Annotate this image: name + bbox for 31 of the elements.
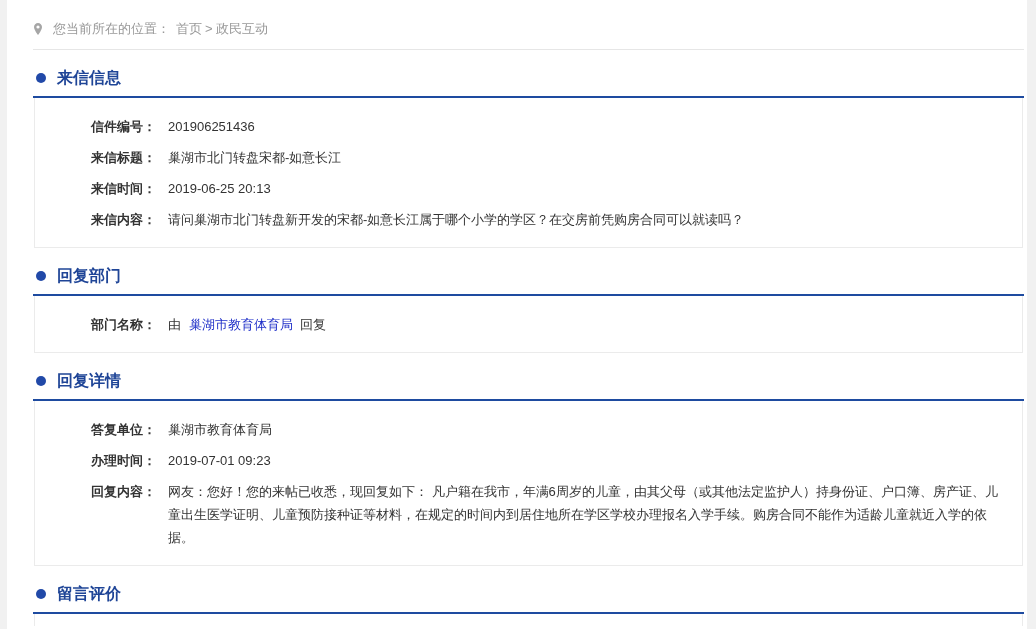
section-title: 回复部门 xyxy=(57,266,121,286)
breadcrumb-label: 您当前所在的位置： xyxy=(53,20,170,38)
field-value: 2019-07-01 09:23 xyxy=(168,452,272,470)
field-value: 201906251436 xyxy=(168,118,256,136)
section-dot-icon xyxy=(36,589,46,599)
department-link[interactable]: 巢湖市教育体育局 xyxy=(188,317,293,332)
breadcrumb-separator: > xyxy=(205,20,213,38)
field-label: 回复内容： xyxy=(91,483,157,501)
field-value: 巢湖市北门转盘宋都-如意长江 xyxy=(168,149,343,167)
field-label: 部门名称： xyxy=(91,316,157,334)
section-title: 来信信息 xyxy=(57,68,121,88)
field-label: 来信时间： xyxy=(91,180,157,198)
section-title: 留言评价 xyxy=(57,584,121,604)
field-text: 回复 xyxy=(300,317,327,332)
field-label: 办理时间： xyxy=(91,452,157,470)
section-title: 回复详情 xyxy=(57,371,121,391)
field-value: 请问巢湖市北门转盘新开发的宋都-如意长江属于哪个小学的学区？在交房前凭购房合同可以就读吗？ xyxy=(168,211,746,229)
section-dot-icon xyxy=(36,271,46,281)
section-dot-icon xyxy=(36,376,46,386)
field-label: 答复单位： xyxy=(91,421,157,439)
field-text: 由 xyxy=(168,317,181,332)
section-dot-icon xyxy=(36,73,46,83)
field-label: 信件编号： xyxy=(91,118,157,136)
field-value: 2019-06-25 20:13 xyxy=(168,180,272,198)
breadcrumb-link[interactable]: 首页 xyxy=(176,19,202,39)
breadcrumb-link[interactable]: 政民互动 xyxy=(215,19,268,39)
location-pin-icon xyxy=(34,23,42,35)
field-label: 来信内容： xyxy=(91,211,157,229)
field-label: 来信标题： xyxy=(91,149,157,167)
field-value: 巢湖市教育体育局 xyxy=(168,421,273,439)
field-value: 网友：您好！您的来帖已收悉，现回复如下： 凡户籍在我市，年满6周岁的儿童，由其父母（或其他法定监护人）持身份证、户口簿、房产证、儿童出生医学证明、儿童预防接种证等材料，在规定的时间内到居住地所在学区学校办理报名入学手续。购房合同不能作为适龄儿童就近入学的依据。 xyxy=(168,483,999,547)
